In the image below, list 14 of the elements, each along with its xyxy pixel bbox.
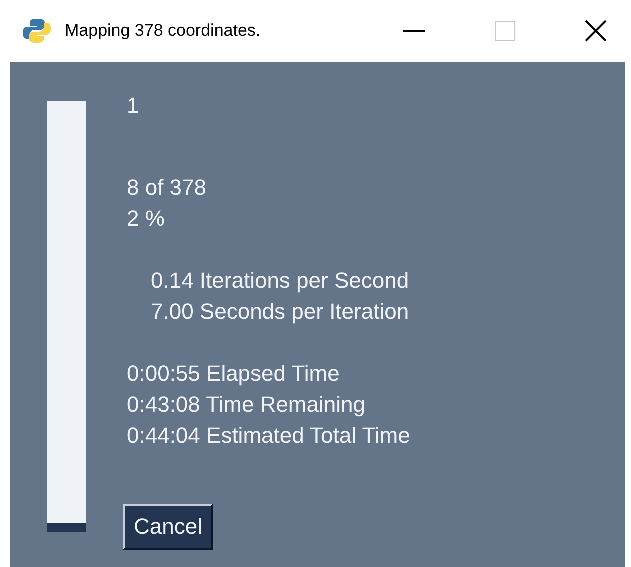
status-text: 7.00 Seconds per Iteration [150, 298, 410, 326]
status-text: 0:43:08 Time Remaining [127, 391, 366, 419]
status-text: 0:00:55 Elapsed Time [127, 360, 341, 388]
status-text: 0.14 Iterations per Second [150, 267, 410, 295]
minimize-icon [403, 30, 425, 32]
status-text: 0:44:04 Estimated Total Time [127, 422, 410, 450]
status-text: 1 [127, 92, 140, 120]
app-icon [22, 16, 52, 46]
close-icon [585, 20, 607, 42]
status-text: 2 % [127, 205, 166, 233]
maximize-icon [495, 21, 515, 41]
status-text: 8 of 378 [127, 174, 208, 202]
window-title: Mapping 378 coordinates. [65, 21, 262, 41]
cancel-button[interactable]: Cancel [123, 504, 214, 550]
